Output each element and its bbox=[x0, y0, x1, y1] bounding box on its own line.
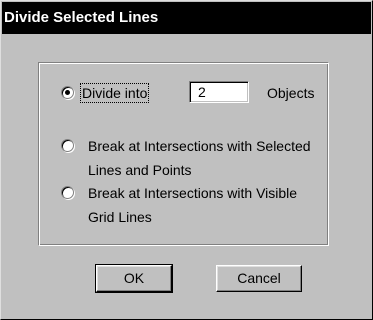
radio-break-grid[interactable] bbox=[61, 186, 74, 199]
break-selected-label-line1[interactable]: Break at Intersections with Selected bbox=[88, 138, 311, 154]
title-bar: Divide Selected Lines bbox=[2, 2, 371, 34]
radio-selected-dot bbox=[65, 90, 70, 95]
ok-button[interactable]: OK bbox=[95, 264, 173, 293]
break-selected-label-line2[interactable]: Lines and Points bbox=[88, 162, 192, 178]
divide-into-label[interactable]: Divide into bbox=[79, 83, 150, 103]
divide-count-field[interactable]: 2 bbox=[189, 81, 249, 103]
break-grid-label-line1[interactable]: Break at Intersections with Visible bbox=[88, 185, 297, 201]
cancel-button[interactable]: Cancel bbox=[216, 265, 302, 292]
radio-break-selected[interactable] bbox=[61, 139, 74, 152]
break-grid-label-line2[interactable]: Grid Lines bbox=[88, 209, 152, 225]
radio-divide-into[interactable] bbox=[61, 86, 74, 99]
objects-label: Objects bbox=[267, 85, 315, 101]
dialog-window: Divide Selected Lines Divide into 2 Obje… bbox=[0, 0, 373, 320]
